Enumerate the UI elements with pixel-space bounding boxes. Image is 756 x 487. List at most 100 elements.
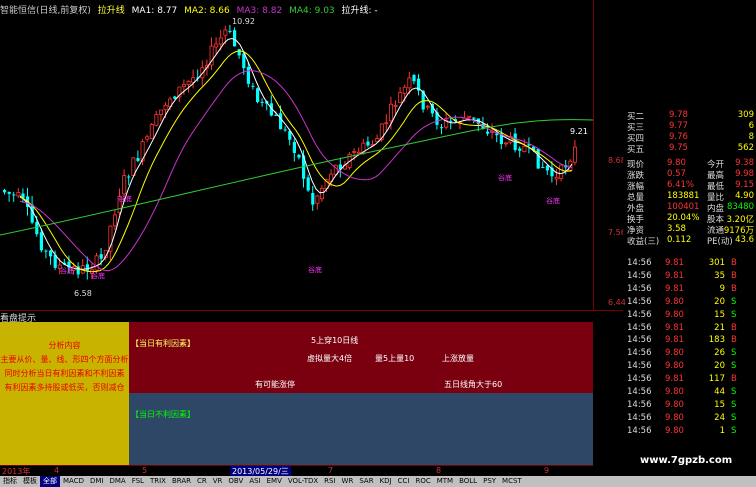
- bid-price: 9.76: [669, 132, 688, 142]
- tick-time: 14:56: [627, 309, 652, 320]
- candle-body: [541, 166, 545, 168]
- stat-label: 收益(三): [627, 237, 660, 247]
- unfavorable-factors-box: 【当日不利因素】: [129, 393, 593, 465]
- tab-9[interactable]: CR: [194, 476, 210, 487]
- tab-12[interactable]: ASI: [246, 476, 263, 487]
- favorable-item: 五日线角大于60: [444, 380, 503, 389]
- tab-21[interactable]: MTM: [434, 476, 456, 487]
- analysis-line: 有利因素多持股或低买，否则减仓: [4, 383, 125, 392]
- tick-row: 14:56 9.80 44 S: [623, 387, 756, 399]
- tick-price: 9.81: [665, 322, 684, 333]
- date-label: 7: [328, 466, 334, 475]
- tab-20[interactable]: ROC: [412, 476, 433, 487]
- tick-row: 14:56 9.81 117 B: [623, 374, 756, 386]
- tab-22[interactable]: BOLL: [456, 476, 480, 487]
- tab-5[interactable]: DMA: [106, 476, 128, 487]
- tick-side: B: [731, 322, 737, 333]
- tab-1[interactable]: 模板: [20, 476, 40, 487]
- chart-title-bar: 智能恒信(日线,前复权) 拉升线 MA1: 8.77 MA2: 8.66 MA3…: [0, 3, 382, 16]
- stock-name: 智能恒信(日线,前复权): [0, 6, 91, 16]
- candle-body: [246, 66, 250, 84]
- tab-3[interactable]: MACD: [60, 476, 87, 487]
- tick-price: 9.81: [665, 258, 684, 268]
- stat-value: 3.58: [667, 224, 686, 234]
- tab-4[interactable]: DMI: [87, 476, 107, 487]
- stat-value: 100401: [667, 202, 700, 212]
- tick-time: 14:56: [627, 270, 652, 281]
- tick-time: 14:56: [627, 361, 652, 372]
- tab-0[interactable]: 指标: [0, 476, 20, 487]
- bid-volume: 309: [737, 110, 754, 120]
- kline-chart[interactable]: 智能恒信(日线,前复权) 拉升线 MA1: 8.77 MA2: 8.66 MA3…: [0, 0, 593, 310]
- stat-row: 总量 183881 量比 4.90: [623, 191, 756, 203]
- candle-body: [545, 165, 549, 171]
- tab-6[interactable]: FSL: [129, 476, 147, 487]
- date-label: 4: [54, 466, 60, 475]
- tick-row: 14:56 9.80 15 S: [623, 310, 756, 322]
- tick-price: 9.80: [665, 361, 684, 372]
- tab-24[interactable]: MCST: [499, 476, 525, 487]
- tab-18[interactable]: KDJ: [377, 476, 395, 487]
- candle-body: [260, 101, 264, 103]
- tab-16[interactable]: WR: [339, 476, 357, 487]
- watermark: www.7gpzb.com: [640, 455, 733, 466]
- candle-body: [573, 146, 578, 163]
- stat-value: 9.80: [667, 158, 686, 168]
- tab-15[interactable]: RSI: [321, 476, 338, 487]
- candle-body: [16, 192, 21, 197]
- tab-23[interactable]: PSY: [480, 476, 499, 487]
- candle-body: [467, 115, 472, 118]
- tick-side: S: [731, 425, 737, 436]
- candle-body: [319, 187, 324, 200]
- date-label: 5: [142, 466, 148, 475]
- tick-volume: 21: [714, 322, 725, 333]
- tick-price: 9.81: [665, 283, 684, 294]
- tab-2[interactable]: 全部: [40, 476, 60, 487]
- bid-price: 9.75: [669, 143, 688, 153]
- candle-body: [486, 131, 490, 134]
- candle-body: [384, 122, 389, 125]
- valley-label: 谷底: [308, 266, 322, 274]
- ma1-line: [19, 37, 573, 270]
- tick-price: 9.81: [665, 335, 684, 346]
- candle-body: [472, 117, 476, 119]
- stat-row: 收益(三) 0.112 PE(动) 43.6: [623, 235, 756, 247]
- tick-volume: 183: [708, 335, 725, 346]
- candle-body: [163, 104, 168, 111]
- tab-19[interactable]: CCI: [395, 476, 413, 487]
- candle-body: [149, 124, 154, 139]
- candle-body: [518, 148, 522, 151]
- tick-price: 9.80: [665, 412, 684, 423]
- bid-row: 买四 9.76 8: [623, 132, 756, 144]
- tick-row: 14:56 9.80 26 S: [623, 348, 756, 360]
- candle-body: [412, 75, 416, 82]
- date-label: 9: [544, 466, 550, 475]
- tick-row: 14:56 9.80 1 S: [623, 426, 756, 438]
- candle-body: [559, 164, 564, 179]
- stat-value: 0.112: [667, 235, 692, 245]
- tick-side: B: [731, 258, 737, 268]
- price-axis: 8.68 7.56 6.44: [593, 0, 626, 310]
- tab-11[interactable]: OBV: [225, 476, 246, 487]
- candle-body: [136, 158, 140, 161]
- unfavorable-title: 【当日不利因素】: [131, 410, 195, 419]
- tab-17[interactable]: SAR: [356, 476, 376, 487]
- tick-volume: 26: [714, 348, 725, 359]
- tab-10[interactable]: VR: [210, 476, 226, 487]
- tab-14[interactable]: VOL-TDX: [285, 476, 321, 487]
- candle-body: [94, 255, 99, 271]
- candle-body: [181, 83, 186, 88]
- tick-volume: 15: [714, 399, 725, 410]
- candle-body: [12, 194, 16, 196]
- candle-body: [3, 189, 7, 193]
- tick-price: 9.80: [665, 348, 684, 359]
- candle-body: [127, 176, 131, 178]
- bid-volume: 6: [748, 121, 754, 131]
- candle-body: [440, 127, 444, 129]
- lashengxian-value: 拉升线: -: [341, 6, 378, 16]
- tab-13[interactable]: EMV: [264, 476, 285, 487]
- candle-body: [49, 250, 53, 257]
- tab-7[interactable]: TRIX: [147, 476, 169, 487]
- tab-8[interactable]: BRAR: [169, 476, 194, 487]
- candle-body: [158, 109, 163, 115]
